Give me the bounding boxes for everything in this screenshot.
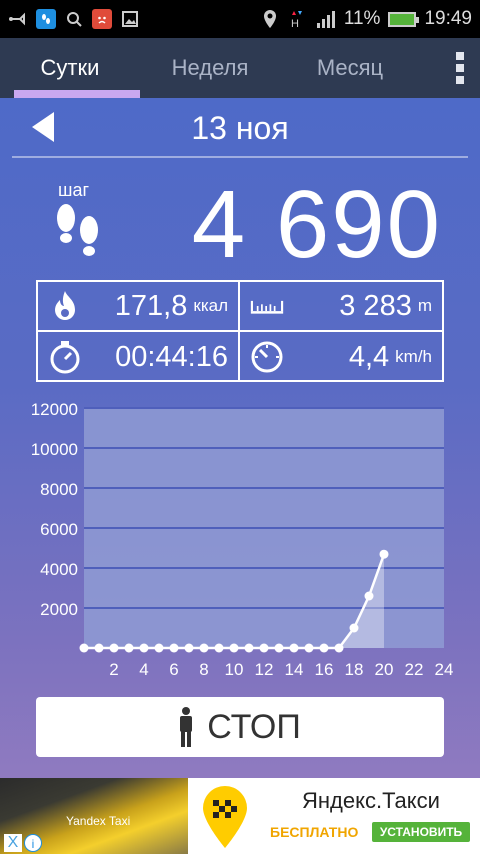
duration-value: 00:44:16 — [115, 340, 228, 373]
svg-text:H: H — [291, 18, 299, 29]
stop-button-label: СТОП — [207, 707, 301, 746]
data-point — [364, 591, 374, 601]
date-navigator: 13 ноя — [12, 100, 468, 158]
data-point — [94, 643, 104, 653]
data-point — [319, 643, 329, 653]
speed-unit: km/h — [395, 347, 432, 366]
x-tick-label: 12 — [255, 660, 274, 679]
overflow-menu-icon[interactable] — [440, 38, 480, 98]
y-tick-label: 6000 — [40, 520, 78, 539]
distance-unit: m — [417, 296, 432, 315]
stop-button[interactable]: СТОП — [36, 697, 444, 757]
distance-value: 3 283 — [339, 289, 412, 322]
data-point — [154, 643, 164, 653]
x-tick-label: 16 — [315, 660, 334, 679]
stopwatch-icon — [48, 340, 82, 374]
data-point — [244, 643, 254, 653]
gallery-icon — [120, 9, 140, 29]
period-tabs: Сутки Неделя Месяц — [0, 38, 480, 98]
data-point — [139, 643, 149, 653]
y-tick-label: 4000 — [40, 560, 78, 579]
calories-unit: ккал — [193, 296, 228, 315]
battery-percent: 11% — [343, 8, 381, 29]
ad-free-label: БЕСПЛАТНО — [270, 824, 359, 840]
ad-photo-caption: Yandex Taxi — [66, 814, 131, 828]
data-point — [109, 643, 119, 653]
battery-icon — [388, 11, 420, 27]
data-point — [349, 623, 359, 633]
data-point — [304, 643, 314, 653]
y-tick-label: 12000 — [31, 400, 78, 419]
person-icon — [180, 707, 193, 747]
data-point — [169, 643, 179, 653]
status-bar: H 11% 19:49 — [0, 0, 480, 38]
current-date: 13 ноя — [191, 110, 289, 146]
duration-cell: 00:44:16 — [38, 332, 240, 382]
steps-chart: 200040006000800010000120002 4 6 8 10 12 14 16 18… — [31, 400, 454, 679]
usb-debug-icon — [8, 9, 28, 29]
data-point — [259, 643, 269, 653]
x-tick-label: 14 — [285, 660, 304, 679]
x-tick-label: 8 — [199, 660, 208, 679]
tab-week[interactable]: Неделя — [140, 38, 280, 98]
footprints-icon — [57, 204, 98, 256]
fire-icon — [48, 289, 82, 323]
search-icon — [64, 9, 84, 29]
angry-app-icon — [92, 9, 112, 29]
ad-brand-name: Яндекс.Такси — [302, 788, 440, 813]
data-h-icon: H — [288, 9, 308, 29]
data-point — [199, 643, 209, 653]
data-point — [184, 643, 194, 653]
location-icon — [260, 9, 280, 29]
x-tick-label: 20 — [375, 660, 394, 679]
x-tick-label: 6 — [169, 660, 178, 679]
y-tick-label: 8000 — [40, 480, 78, 499]
data-point — [79, 643, 89, 653]
clock: 19:49 — [424, 8, 472, 29]
speed-cell: 4,4 km/h — [240, 332, 442, 382]
tab-month-label: Месяц — [316, 55, 384, 80]
calories-value: 171,8 — [114, 289, 188, 322]
ad-banner[interactable]: Yandex Taxi X i Яндекс.Такси БЕСПЛАТНО У… — [0, 778, 480, 854]
pedometer-app-icon — [36, 9, 56, 29]
speedometer-icon — [250, 340, 284, 374]
tab-week-label: Неделя — [171, 55, 249, 80]
data-point — [214, 643, 224, 653]
data-point — [229, 643, 239, 653]
status-icons: H 11% 19:49 — [260, 8, 472, 30]
x-tick-label: 18 — [345, 660, 364, 679]
data-point — [289, 643, 299, 653]
notification-icons — [8, 9, 140, 29]
data-point — [334, 643, 344, 653]
steps-count: 4 690 — [191, 171, 442, 278]
x-tick-label: 10 — [225, 660, 244, 679]
distance-cell: 3 283 m — [240, 282, 442, 332]
stats-grid: 171,8 ккал 3 283 m 00:44:16 4,4 km/h — [36, 280, 444, 382]
steps-label: шаг — [58, 180, 90, 200]
data-point — [379, 549, 389, 559]
x-tick-label: 2 — [109, 660, 118, 679]
ruler-icon — [250, 289, 284, 323]
tab-month[interactable]: Месяц — [280, 38, 420, 98]
tab-day-label: Сутки — [40, 55, 100, 80]
signal-icon — [316, 9, 336, 29]
ad-info-icon[interactable]: i — [24, 834, 42, 852]
speed-value: 4,4 — [348, 340, 390, 373]
ad-close-icon[interactable]: X — [4, 834, 22, 852]
data-point — [274, 643, 284, 653]
x-tick-label: 24 — [435, 660, 454, 679]
calories-cell: 171,8 ккал — [38, 282, 240, 332]
data-point — [124, 643, 134, 653]
tab-day[interactable]: Сутки — [0, 38, 140, 98]
x-tick-label: 4 — [139, 660, 148, 679]
y-tick-label: 2000 — [40, 600, 78, 619]
yandex-taxi-logo-icon — [188, 778, 262, 854]
y-tick-label: 10000 — [31, 440, 78, 459]
x-tick-label: 22 — [405, 660, 424, 679]
ad-taxi-photo: Yandex Taxi X i — [0, 778, 188, 854]
ad-install-button[interactable]: УСТАНОВИТЬ — [372, 822, 470, 842]
